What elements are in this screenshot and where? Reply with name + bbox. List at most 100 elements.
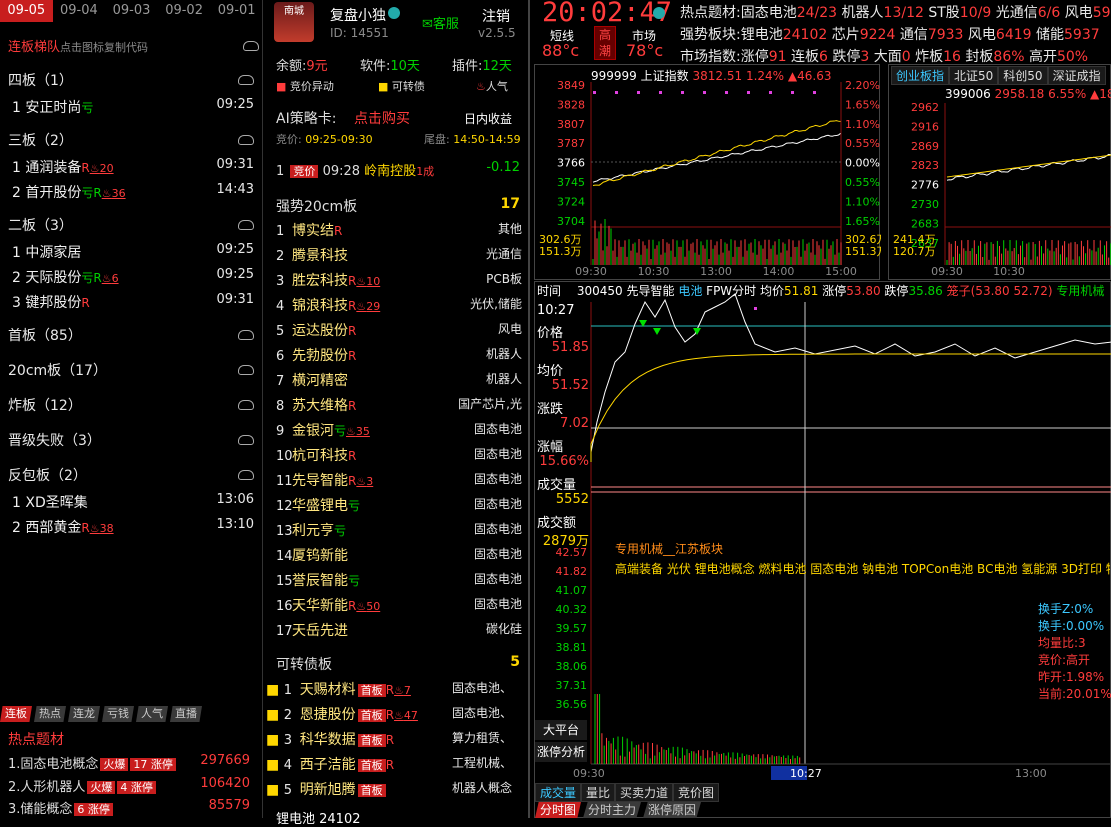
section-four[interactable]: 四板（1） xyxy=(8,70,258,94)
strong-row[interactable]: 13利元亨亏 固态电池 xyxy=(276,520,526,542)
buy-link[interactable]: 点击购买 xyxy=(354,108,410,128)
date-tab[interactable]: 09-01 xyxy=(210,0,263,22)
date-tab[interactable]: 09-02 xyxy=(158,0,211,22)
cloud-icon[interactable] xyxy=(238,470,254,480)
tab-popular[interactable]: 人气 xyxy=(136,706,168,722)
summary-item-name[interactable]: 风电 xyxy=(1065,5,1093,21)
hot-item[interactable]: 2.人形机器人 火爆 4 涨停 106420 xyxy=(8,776,252,796)
list-item[interactable]: 3 键邦股份R 09:31 xyxy=(12,292,258,314)
summary-item-name[interactable]: 大面 xyxy=(874,49,902,65)
summary-item-name[interactable]: 通信 xyxy=(900,27,928,43)
summary-item-name[interactable]: 锂电池 xyxy=(741,27,783,43)
list-item[interactable]: 2 天际股份亏R♨6 09:25 xyxy=(12,267,258,289)
summary-item-name[interactable]: 高开 xyxy=(1029,49,1057,65)
cloud-icon[interactable] xyxy=(243,41,259,51)
summary-item-name[interactable]: ST股 xyxy=(928,5,959,21)
strong-row[interactable]: 12华盛锂电亏 固态电池 xyxy=(276,495,526,517)
summary-item-name[interactable]: 固态电池 xyxy=(741,5,797,21)
wechat-icon: ✉ xyxy=(422,17,433,32)
tab-volume[interactable]: 成交量 xyxy=(535,783,582,802)
strong-row[interactable]: 4 锦浪科技R♨29 光伏,储能 xyxy=(276,295,526,317)
tab-ladder[interactable]: 连板 xyxy=(0,706,32,722)
summary-item-name[interactable]: 封板 xyxy=(965,49,993,65)
cloud-icon[interactable] xyxy=(238,435,254,445)
strong-row[interactable]: 7 横河精密 机器人 xyxy=(276,370,526,392)
tab-force[interactable]: 买卖力道 xyxy=(615,783,674,802)
cloud-icon[interactable] xyxy=(238,365,254,375)
list-item[interactable]: 2 西部黄金R♨38 13:10 xyxy=(12,517,258,539)
section-broken[interactable]: 炸板（12） xyxy=(8,395,258,419)
date-tab[interactable]: 09-05 xyxy=(0,0,53,22)
tab-live[interactable]: 直播 xyxy=(170,706,202,722)
cloud-icon[interactable] xyxy=(238,220,254,230)
strong-row[interactable]: 17天岳先进 碳化硅 xyxy=(276,620,526,642)
list-item[interactable]: 1 通润装备R♨20 09:31 xyxy=(12,157,258,179)
section-20cm[interactable]: 20cm板（17） xyxy=(8,360,258,384)
strong-row[interactable]: 8 苏大维格R 国产芯片,光 xyxy=(276,395,526,417)
section-failed[interactable]: 晋级失败（3） xyxy=(8,430,258,454)
strong-row[interactable]: 16天华新能R♨50 固态电池 xyxy=(276,595,526,617)
cloud-icon[interactable] xyxy=(238,400,254,410)
section-three[interactable]: 三板（2） xyxy=(8,130,258,154)
list-item[interactable]: 2 首开股份亏R♨36 14:43 xyxy=(12,182,258,204)
logout-button[interactable]: 注销 xyxy=(482,6,510,26)
bond-row[interactable]: ■ 1 天赐材料 首板 R♨7 固态电池、 xyxy=(266,679,516,701)
summary-item-name[interactable]: 跌停 xyxy=(832,49,860,65)
avatar[interactable]: 南城 xyxy=(274,2,314,42)
hot-item[interactable]: 1.固态电池概念 火爆 17 涨停 297669 xyxy=(8,753,252,773)
summary-item-name[interactable]: 机器人 xyxy=(842,5,884,21)
daily-profit[interactable]: 日内收益 xyxy=(464,110,512,127)
section-two[interactable]: 二板（3） xyxy=(8,215,258,239)
summary-item-name[interactable]: 连板 xyxy=(791,49,819,65)
strong-row[interactable]: 2 腾景科技 光通信 xyxy=(276,245,526,267)
date-tab[interactable]: 09-04 xyxy=(53,0,106,22)
section-first-board[interactable]: 首板（85） xyxy=(8,325,258,349)
summary-item-name[interactable]: 光通信 xyxy=(996,5,1038,21)
summary-item-name[interactable]: 储能 xyxy=(1036,27,1064,43)
index-panel[interactable]: 999999 上证指数 3812.51 1.24% ▲46.63 3849 382… xyxy=(534,64,881,280)
date-tab[interactable]: 09-03 xyxy=(105,0,158,22)
strong-row[interactable]: 15誉辰智能亏 固态电池 xyxy=(276,570,526,592)
auction-row[interactable]: 1 竞价 09:28 岭南控股1成 -0.12 xyxy=(276,160,526,180)
list-item[interactable]: 1 安正时尚亏 09:25 xyxy=(12,97,258,119)
tab-hot[interactable]: 热点 xyxy=(34,706,66,722)
stock-panel[interactable]: 时间 300450 先导智能 电池 FPW分时 均价51.81 涨停53.80 … xyxy=(534,281,1111,818)
index-panel-2[interactable]: 创业板指 北证50 科创50 深证成指 399006 2958.18 6.55% ▲1… xyxy=(888,64,1111,280)
summary-item-value: 6419 xyxy=(995,27,1032,43)
bond-row[interactable]: ■ 2 恩捷股份 首板 R♨47 固态电池、 xyxy=(266,704,516,726)
refresh-icon[interactable] xyxy=(653,7,665,19)
strong-row[interactable]: 9 金银河亏♨35 固态电池 xyxy=(276,420,526,442)
strong-row[interactable]: 10杭可科技R 固态电池 xyxy=(276,445,526,467)
summary-item-name[interactable]: 炸板 xyxy=(915,49,943,65)
strong-row[interactable]: 6 先勃股份R 机器人 xyxy=(276,345,526,367)
bond-row[interactable]: ■ 3 科华数据 首板 R 算力租赁、 xyxy=(266,729,516,751)
service-button[interactable]: ✉客服 xyxy=(422,13,459,32)
cloud-icon[interactable] xyxy=(238,135,254,145)
hot-item[interactable]: 3.储能概念 6 涨停 85579 xyxy=(8,798,252,818)
platform-button[interactable]: 大平台 xyxy=(535,720,587,740)
tab-loss[interactable]: 亏钱 xyxy=(102,706,134,722)
strong-row[interactable]: 3 胜宏科技R♨10 PCB板 xyxy=(276,270,526,292)
summary-item-name[interactable]: 风电 xyxy=(968,27,996,43)
strong-row[interactable]: 1 博实结R 其他 xyxy=(276,220,526,242)
strong-row[interactable]: 11先导智能R♨3 固态电池 xyxy=(276,470,526,492)
list-item[interactable]: 1 XD圣晖集 13:06 xyxy=(12,492,258,514)
tab-limit-reason[interactable]: 涨停原因 xyxy=(643,802,702,818)
summary-item-name[interactable]: 芯片 xyxy=(832,27,860,43)
cloud-icon[interactable] xyxy=(238,330,254,340)
summary-item-name[interactable]: 涨停 xyxy=(741,49,769,65)
bond-row[interactable]: ■ 4 西子洁能 首板 R 工程机械、 xyxy=(266,754,516,776)
plugin-days: 插件:12天 xyxy=(452,55,512,74)
tab-dragon[interactable]: 连龙 xyxy=(68,706,100,722)
tab-main-force[interactable]: 分时主力 xyxy=(583,802,642,818)
strong-row[interactable]: 5 运达股份R 风电 xyxy=(276,320,526,342)
bond-row[interactable]: ■ 5 明新旭腾 首板 机器人概念 xyxy=(266,779,516,801)
tab-auction[interactable]: 竞价图 xyxy=(673,783,720,802)
limit-analysis-button[interactable]: 涨停分析 xyxy=(535,742,587,762)
list-item[interactable]: 1 中源家居 09:25 xyxy=(12,242,258,264)
tab-intraday[interactable]: 分时图 xyxy=(535,802,582,818)
tab-vol-ratio[interactable]: 量比 xyxy=(581,783,616,802)
strong-row[interactable]: 14厦钨新能 固态电池 xyxy=(276,545,526,567)
section-rebound[interactable]: 反包板（2） xyxy=(8,465,258,489)
cloud-icon[interactable] xyxy=(238,75,254,85)
